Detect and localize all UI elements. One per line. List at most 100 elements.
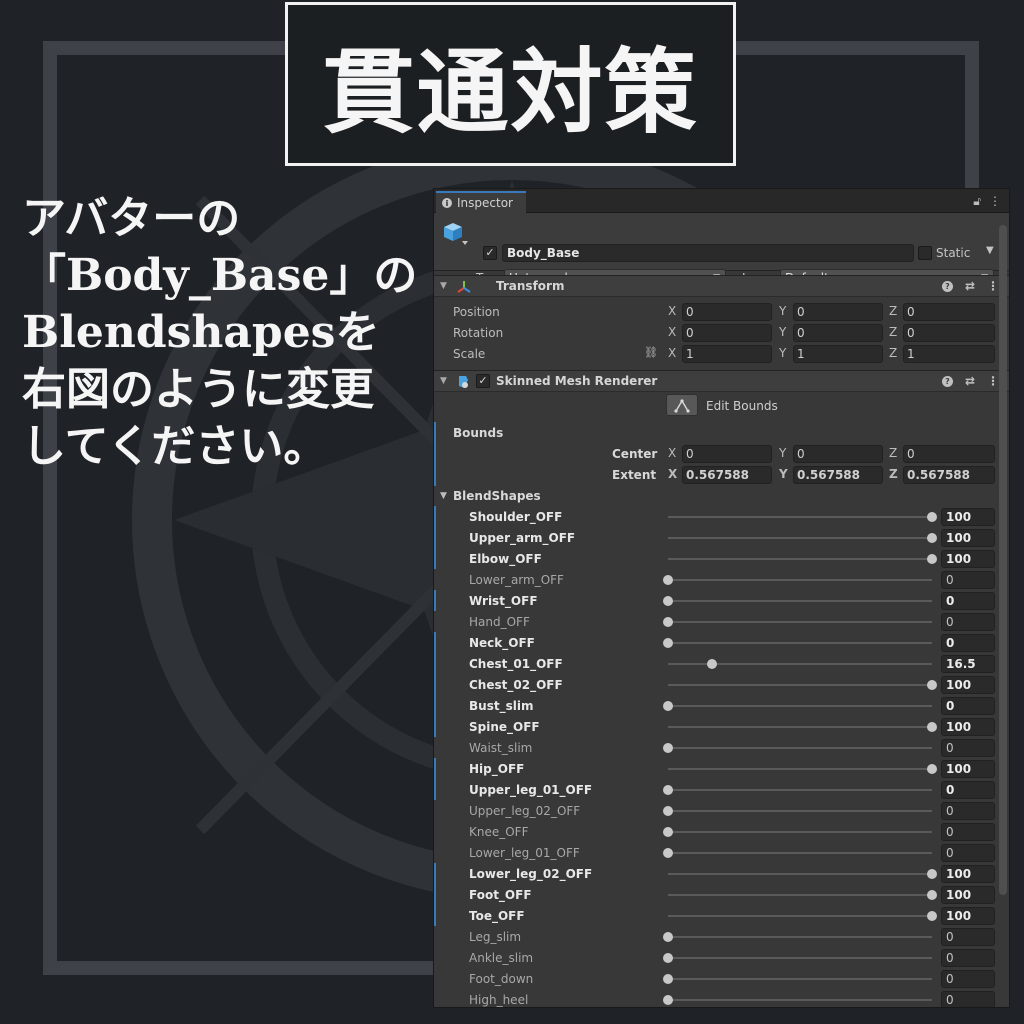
blendshape-value-field[interactable]: 0 [941,928,995,946]
kebab-menu-icon[interactable]: ⋮ [989,194,1001,209]
blendshape-value-field[interactable]: 100 [941,907,995,925]
slider-handle[interactable] [927,512,937,522]
blendshape-value-field[interactable]: 100 [941,760,995,778]
blendshape-value-field[interactable]: 0 [941,613,995,631]
blendshape-value-field[interactable]: 0 [941,991,995,1007]
blendshape-slider[interactable] [663,827,932,837]
slider-handle[interactable] [927,722,937,732]
blendshape-slider[interactable] [663,575,932,585]
sliders-icon[interactable]: ⇄ [965,374,975,388]
slider-handle[interactable] [663,575,673,585]
sliders-icon[interactable]: ⇄ [965,279,975,293]
scrollbar[interactable] [999,225,1007,895]
blendshape-value-field[interactable]: 0 [941,634,995,652]
blendshape-value-field[interactable]: 100 [941,508,995,526]
scale-x-field[interactable]: 1 [682,345,772,363]
blendshape-slider[interactable] [668,554,937,564]
blendshape-value-field[interactable]: 100 [941,676,995,694]
blendshape-slider[interactable] [663,638,932,648]
object-name-field[interactable]: Body_Base [502,244,914,262]
slider-handle[interactable] [663,932,673,942]
slider-handle[interactable] [927,680,937,690]
slider-handle[interactable] [927,869,937,879]
blendshape-value-field[interactable]: 100 [941,865,995,883]
slider-handle[interactable] [706,659,717,669]
slider-handle[interactable] [663,701,673,711]
blendshape-value-field[interactable]: 0 [941,823,995,841]
blendshape-slider[interactable] [663,701,932,711]
blendshape-value-field[interactable]: 0 [941,844,995,862]
blendshape-value-field[interactable]: 100 [941,550,995,568]
blendshape-slider[interactable] [663,995,932,1005]
slider-handle[interactable] [663,743,673,753]
rotation-x-field[interactable]: 0 [682,324,772,342]
slider-handle[interactable] [927,911,937,921]
slider-handle[interactable] [927,890,937,900]
blendshape-slider[interactable] [663,785,932,795]
scale-z-field[interactable]: 1 [903,345,995,363]
foldout-arrow-icon[interactable]: ▼ [440,376,447,386]
blendshape-value-field[interactable]: 0 [941,592,995,610]
extent-x-field[interactable]: 0.567588 [682,466,772,484]
blendshape-value-field[interactable]: 0 [941,802,995,820]
rotation-y-field[interactable]: 0 [793,324,883,342]
edit-bounds-button[interactable] [666,394,698,416]
blendshape-slider[interactable] [668,680,937,690]
slider-handle[interactable] [663,974,673,984]
slider-handle[interactable] [927,533,937,543]
slider-handle[interactable] [927,764,937,774]
blendshape-slider[interactable] [668,911,937,921]
blendshape-slider[interactable] [663,806,932,816]
blendshape-slider[interactable] [668,512,937,522]
tab-inspector[interactable]: i Inspector [436,191,526,213]
blendshape-value-field[interactable]: 0 [941,949,995,967]
center-x-field[interactable]: 0 [682,445,772,463]
center-y-field[interactable]: 0 [793,445,883,463]
slider-handle[interactable] [663,638,673,648]
blendshape-value-field[interactable]: 0 [941,739,995,757]
static-checkbox[interactable] [918,246,932,260]
blendshape-slider[interactable] [668,533,937,543]
slider-handle[interactable] [663,995,673,1005]
blendshape-slider[interactable] [663,953,932,963]
foldout-arrow-icon[interactable]: ▼ [440,281,447,291]
blendshape-slider[interactable] [663,596,932,606]
cube-icon[interactable] [440,221,470,247]
center-z-field[interactable]: 0 [903,445,995,463]
extent-y-field[interactable]: 0.567588 [793,466,883,484]
position-x-field[interactable]: 0 [682,303,772,321]
blendshape-slider[interactable] [663,932,932,942]
kebab-menu-icon[interactable]: ⋮ [987,279,999,293]
blendshape-value-field[interactable]: 100 [941,718,995,736]
blendshape-value-field[interactable]: 100 [941,886,995,904]
smr-enabled-checkbox[interactable]: ✓ [476,374,490,388]
active-checkbox[interactable]: ✓ [483,246,497,260]
blendshape-slider[interactable] [663,617,932,627]
slider-handle[interactable] [663,617,673,627]
chevron-down-icon[interactable]: ▼ [986,245,994,256]
blendshape-value-field[interactable]: 0 [941,781,995,799]
blendshape-slider[interactable] [668,659,932,669]
blendshape-slider[interactable] [668,764,937,774]
rotation-z-field[interactable]: 0 [903,324,995,342]
scale-y-field[interactable]: 1 [793,345,883,363]
slider-handle[interactable] [663,806,673,816]
slider-handle[interactable] [663,953,673,963]
blendshape-slider[interactable] [663,848,932,858]
lock-icon[interactable]: 🔓︎ [973,194,981,209]
position-y-field[interactable]: 0 [793,303,883,321]
extent-z-field[interactable]: 0.567588 [903,466,995,484]
transform-header[interactable]: ▼ Transform ? ⇄ ⋮ [434,275,1009,297]
slider-handle[interactable] [663,848,673,858]
blendshape-slider[interactable] [668,890,937,900]
slider-handle[interactable] [927,554,937,564]
blendshape-slider[interactable] [663,743,932,753]
slider-handle[interactable] [663,785,673,795]
help-icon[interactable]: ? [941,281,953,292]
blendshape-value-field[interactable]: 16.5 [941,655,995,673]
blendshape-slider[interactable] [668,869,937,879]
blendshapes-foldout[interactable]: ▼ BlendShapes [434,485,1009,506]
position-z-field[interactable]: 0 [903,303,995,321]
blendshape-slider[interactable] [663,974,932,984]
kebab-menu-icon[interactable]: ⋮ [987,374,999,388]
